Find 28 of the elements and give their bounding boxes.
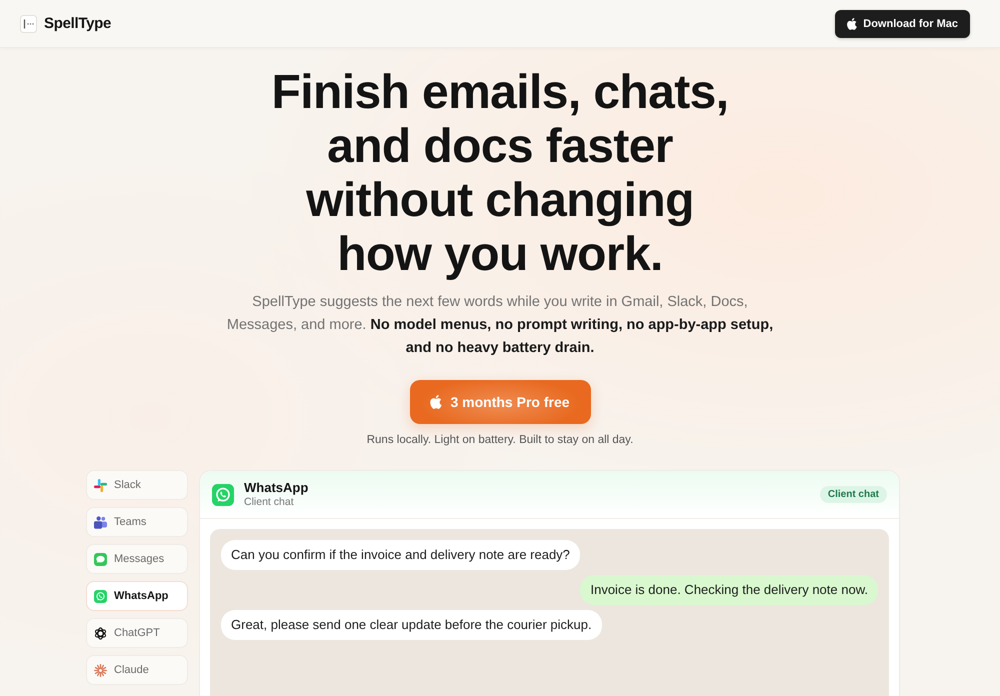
hero-headline: Finish emails, chats, and docs faster without changing how you work. — [270, 66, 730, 282]
starburst-icon — [94, 664, 107, 676]
app-tab[interactable]: Teams — [86, 507, 188, 537]
app-tab[interactable]: ChatGPT — [86, 618, 188, 648]
phone-bubble-icon — [94, 590, 107, 602]
apple-icon — [430, 395, 442, 409]
app-tab[interactable]: Slack — [86, 470, 188, 500]
hero-subtitle: SpellType suggests the next few words while you write in Gmail, Slack, Docs, Messages, and more. No model menus, no prompt writing, no app-by-app setup, and no heavy battery drain. — [226, 293, 774, 358]
download-button[interactable]: Download for Mac — [835, 10, 970, 38]
apple-icon — [847, 18, 858, 30]
cta-button[interactable]: 3 months Pro free — [410, 380, 590, 424]
chat-title: WhatsApp — [244, 480, 308, 495]
outgoing-message: Invoice is done. Checking the delivery note now. — [580, 575, 878, 605]
atom-icon — [94, 626, 107, 640]
chat-tag: Client chat — [820, 486, 887, 503]
app-tab[interactable]: Claude — [86, 655, 188, 685]
app-tab[interactable]: Messages — [86, 544, 188, 574]
cursor-logo-icon — [20, 14, 37, 32]
incoming-message: Great, please send one clear update before the courier pickup. — [221, 610, 602, 640]
cta-note: Runs locally. Light on battery. Built to stay on all day. — [366, 433, 634, 448]
phone-bubble-icon — [212, 484, 234, 506]
app-tab[interactable]: WhatsApp — [86, 581, 188, 611]
brand-name[interactable]: SpellType — [44, 15, 112, 32]
incoming-message: Can you confirm if the invoice and delivery note are ready? — [221, 540, 580, 570]
chat-subtitle: Client chat — [244, 496, 295, 509]
people-icon — [94, 516, 107, 528]
pinwheel-icon — [94, 478, 107, 492]
speech-bubble-icon — [94, 552, 107, 566]
